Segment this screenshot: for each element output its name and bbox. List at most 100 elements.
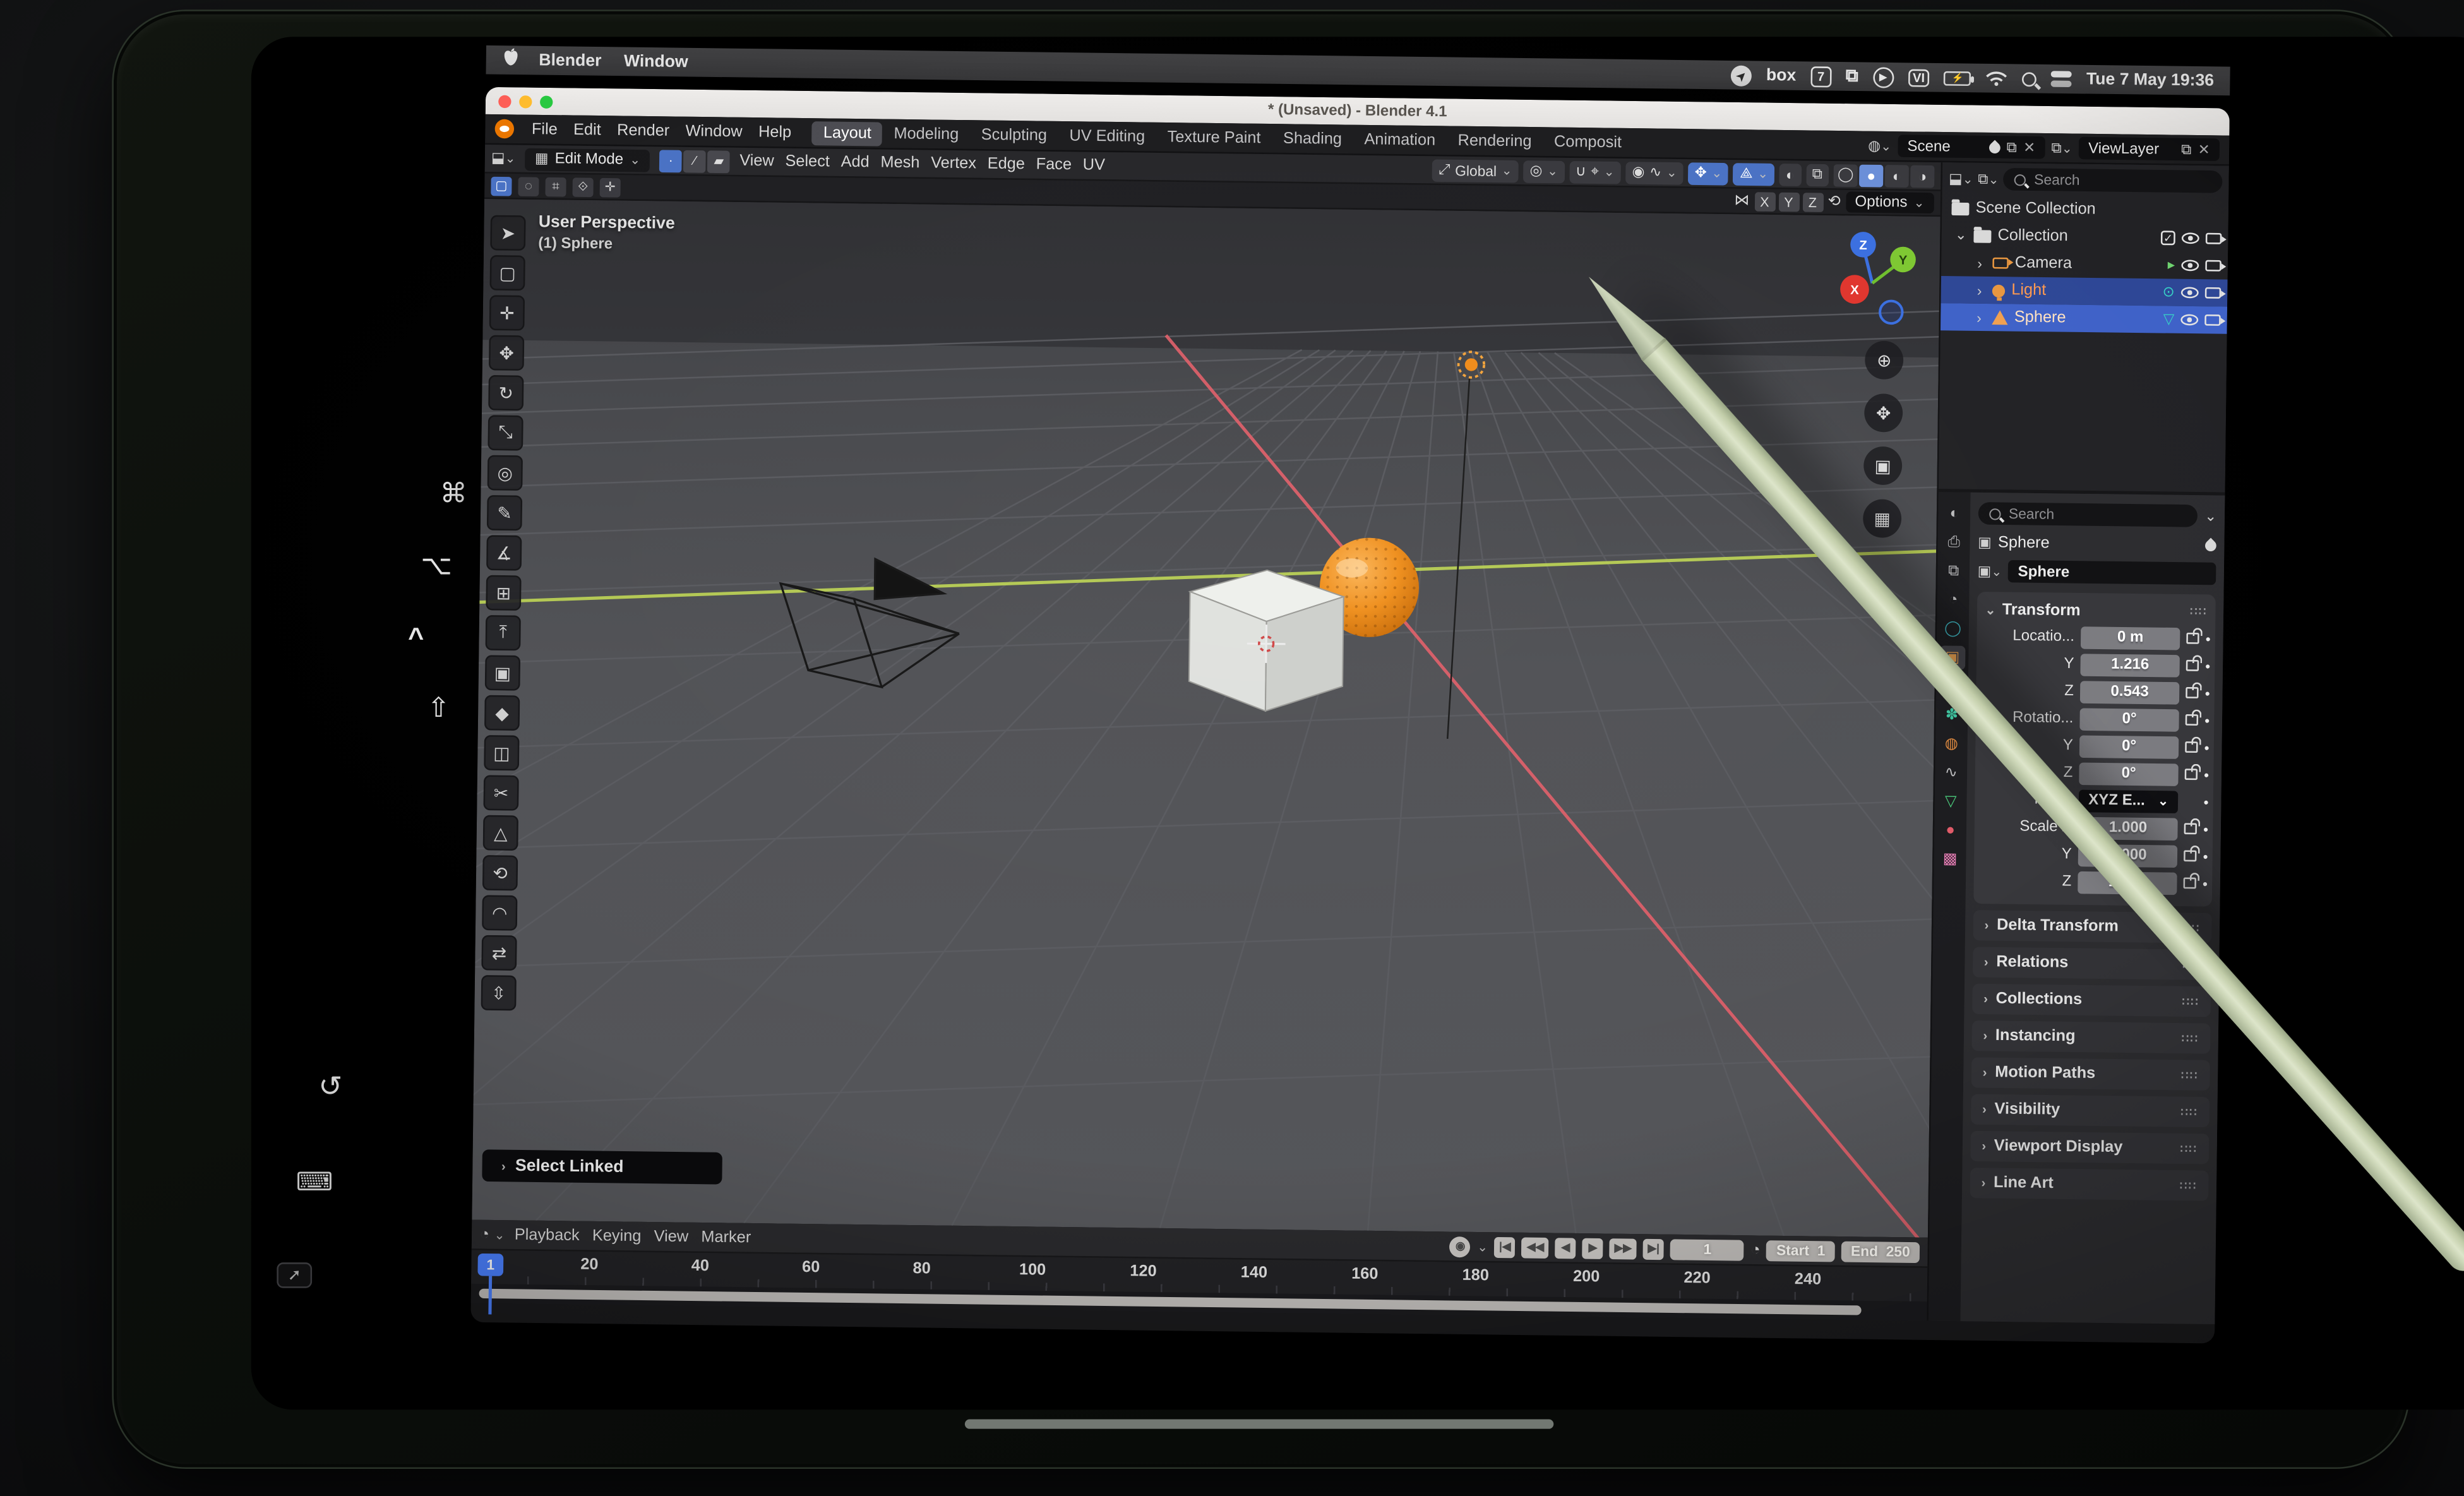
collapse-icon[interactable]: › xyxy=(1973,309,1986,326)
viewport-menu-item[interactable]: Face xyxy=(1036,156,1072,174)
properties-search-input[interactable]: Search xyxy=(1978,502,2199,527)
calendar-icon[interactable]: 7 xyxy=(1810,66,1831,87)
value-field[interactable]: XYZ E... xyxy=(2079,789,2179,812)
tool-button[interactable]: ∡ xyxy=(486,535,522,570)
lock-icon[interactable] xyxy=(2185,741,2198,753)
quad-view-icon[interactable]: ⧉ xyxy=(1805,163,1829,186)
scene-selector[interactable]: Scene ⧉ ✕ xyxy=(1898,135,2045,159)
mirror-axis-button[interactable]: Z xyxy=(1802,192,1823,212)
option-key-button[interactable]: ⌥ xyxy=(421,551,452,583)
properties-tab[interactable]: ◐ xyxy=(1941,501,1967,525)
tool-button[interactable]: ↻ xyxy=(488,375,523,410)
value-field[interactable]: 1.216 xyxy=(2080,653,2180,676)
animate-dot-icon[interactable]: • xyxy=(2203,875,2208,891)
mirror-axis-button[interactable]: X xyxy=(1754,191,1775,211)
outliner-row-sphere[interactable]: › Sphere ▽ xyxy=(1941,303,2227,334)
value-field[interactable]: 0° xyxy=(2079,707,2179,731)
properties-tab[interactable]: ● xyxy=(1937,818,1963,842)
outliner-search-input[interactable]: Search xyxy=(2004,168,2223,193)
scene-icon[interactable]: ◍⌄ xyxy=(1868,136,1891,154)
control-key-button[interactable]: ^ xyxy=(408,623,424,655)
mac-menu-item[interactable]: Blender xyxy=(539,51,601,71)
timeline-menu-item[interactable]: Keying xyxy=(592,1227,642,1245)
subpanel-header[interactable]: › Line Art ∷∷ xyxy=(1970,1168,2209,1201)
outliner-row-scene-collection[interactable]: Scene Collection xyxy=(1942,194,2228,225)
topbar-menu-item[interactable]: File xyxy=(523,117,566,141)
viewport-menu-item[interactable]: Add xyxy=(840,153,869,171)
render-visibility-icon[interactable] xyxy=(2206,233,2222,244)
outliner-filter-button[interactable]: ⧉⌄ xyxy=(1978,170,1999,188)
workspace-tab[interactable]: UV Editing xyxy=(1058,124,1156,149)
animate-dot-icon[interactable]: • xyxy=(2204,767,2209,782)
tool-button[interactable]: ➤ xyxy=(490,215,525,251)
lock-icon[interactable] xyxy=(2186,687,2198,698)
outliner-row-light[interactable]: › Light ⊙ xyxy=(1941,276,2228,307)
drag-grip-icon[interactable]: ∷∷ xyxy=(2182,1032,2199,1045)
lock-icon[interactable] xyxy=(2185,769,2198,780)
animate-dot-icon[interactable]: • xyxy=(2203,794,2208,810)
hide-eye-icon[interactable] xyxy=(2182,232,2199,244)
tool-button[interactable]: ◫ xyxy=(484,735,519,770)
outliner-row-collection[interactable]: ⌄ Collection ✓ xyxy=(1942,222,2228,253)
home-indicator[interactable] xyxy=(965,1419,1553,1428)
timeline-menu-item[interactable]: Marker xyxy=(701,1228,751,1247)
subpanel-header[interactable]: › Viewport Display ∷∷ xyxy=(1970,1131,2209,1164)
outliner-row-camera[interactable]: › Camera ▸ xyxy=(1941,249,2228,280)
playback-icon[interactable]: ▶ xyxy=(1872,66,1893,87)
animate-dot-icon[interactable]: • xyxy=(2205,685,2210,701)
topbar-menu-item[interactable]: Window xyxy=(678,119,751,143)
workspace-tab[interactable]: Layout xyxy=(812,121,883,145)
lock-icon[interactable] xyxy=(2186,660,2199,671)
workspace-tab[interactable]: Sculpting xyxy=(970,123,1058,148)
frame-start-field[interactable]: Start1 xyxy=(1767,1240,1835,1261)
wifi-icon[interactable] xyxy=(1985,70,2008,87)
viewport-menu-item[interactable]: Mesh xyxy=(880,154,919,172)
pointer-button[interactable]: ➚ xyxy=(277,1262,312,1288)
remove-viewlayer-icon[interactable]: ✕ xyxy=(2198,141,2210,159)
solid-shading-button[interactable]: ● xyxy=(1859,164,1883,186)
properties-tab[interactable]: ⎙ xyxy=(1941,530,1967,554)
rendered-shading-button[interactable]: ◑ xyxy=(1910,164,1934,187)
tool-button[interactable]: ⇳ xyxy=(481,975,517,1010)
proportional-edit-button[interactable]: ◉∿⌄ xyxy=(1625,161,1684,184)
properties-tab[interactable]: ⧉ xyxy=(1941,560,1966,583)
tool-button[interactable]: ✛ xyxy=(489,295,525,330)
tool-button[interactable]: ⤡ xyxy=(487,415,523,450)
navigation-gizmo[interactable]: Z Y X xyxy=(1821,225,1924,332)
current-frame-field[interactable]: 1 xyxy=(1671,1238,1745,1260)
show-gizmo-button[interactable]: ✥⌄ xyxy=(1688,162,1728,184)
properties-tab[interactable]: ◍ xyxy=(1939,732,1965,756)
hide-eye-icon[interactable] xyxy=(2180,314,2198,325)
animate-dot-icon[interactable]: • xyxy=(2204,712,2210,728)
hide-eye-icon[interactable] xyxy=(2181,260,2199,271)
subpanel-header[interactable]: › Motion Paths ∷∷ xyxy=(1971,1057,2210,1091)
workspace-tab[interactable]: Composit xyxy=(1543,129,1633,155)
value-field[interactable]: 0° xyxy=(2079,762,2179,785)
snap-button[interactable]: ∪⌖⌄ xyxy=(1569,160,1621,183)
stage-manager-icon[interactable]: ⧉ xyxy=(1846,66,1858,87)
transform-panel-header[interactable]: ⌄ Transform ∷∷ xyxy=(1985,597,2208,625)
undo-button[interactable]: ↺ xyxy=(318,1070,342,1104)
topbar-menu-item[interactable]: Edit xyxy=(565,117,609,142)
menubar-clock[interactable]: Tue 7 May 19:36 xyxy=(2086,69,2214,90)
viewport-menu-item[interactable]: UV xyxy=(1083,157,1106,174)
collapse-icon[interactable]: › xyxy=(1973,282,1986,299)
current-frame-marker[interactable]: 1 xyxy=(477,1254,503,1276)
mac-menu-item[interactable]: Window xyxy=(624,52,688,72)
shift-key-button[interactable]: ⇧ xyxy=(428,693,450,725)
vertex-select-button[interactable]: ∙ xyxy=(659,149,682,172)
object-name-field[interactable]: Sphere xyxy=(2008,560,2216,585)
workspace-tab[interactable]: Animation xyxy=(1353,127,1447,152)
tool-button[interactable]: △ xyxy=(483,815,518,851)
properties-tab[interactable]: ◔ xyxy=(1941,588,1966,612)
hide-eye-icon[interactable] xyxy=(2181,287,2199,298)
viewport-3d[interactable]: User Perspective (1) Sphere ➤▢✛✥↻⤡◎✎∡⊞⤒▣… xyxy=(472,199,1940,1238)
options-dropdown[interactable]: Options⌄ xyxy=(1845,191,1934,213)
subpanel-header[interactable]: › Visibility ∷∷ xyxy=(1971,1094,2210,1128)
subpanel-header[interactable]: › Collections ∷∷ xyxy=(1972,984,2211,1017)
keyboard-button[interactable]: ⌨ xyxy=(296,1166,333,1199)
show-overlays-button[interactable]: ⟁⌄ xyxy=(1733,162,1775,185)
workspace-tab[interactable]: Modeling xyxy=(882,121,970,147)
animate-dot-icon[interactable]: • xyxy=(2203,848,2208,864)
render-visibility-icon[interactable] xyxy=(2205,260,2222,272)
